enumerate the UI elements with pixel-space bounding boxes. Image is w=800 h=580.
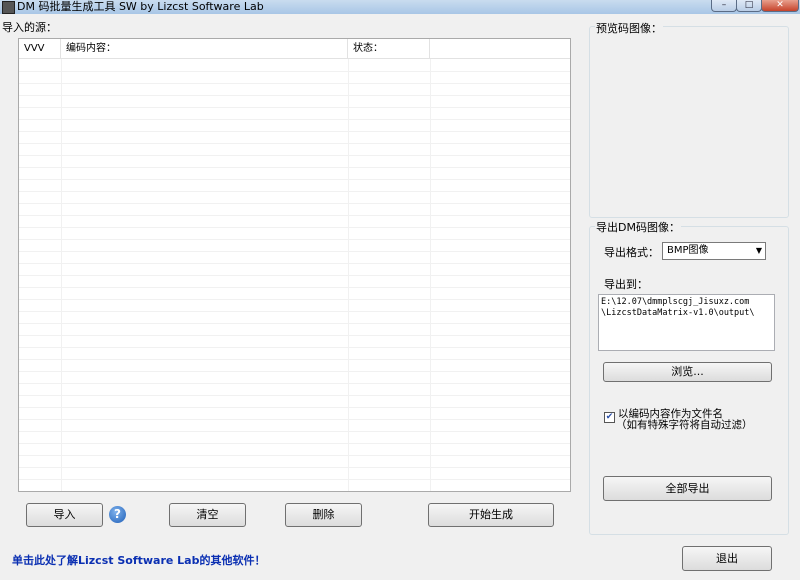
app-icon [2, 1, 15, 14]
maximize-button[interactable]: □ [736, 0, 762, 12]
minimize-button[interactable]: – [711, 0, 737, 12]
list-header: VVV 编码内容： 状态： [19, 39, 570, 59]
dropdown-arrow-icon: ▼ [755, 246, 762, 255]
export-all-button[interactable]: 全部导出 [603, 476, 772, 501]
import-button[interactable]: 导入 [26, 503, 103, 527]
list-row-empty [19, 479, 570, 491]
column-header-extra[interactable] [430, 39, 570, 58]
filename-checkbox[interactable]: ✔ [604, 412, 615, 423]
start-generate-button[interactable]: 开始生成 [428, 503, 554, 527]
export-format-value: BMP图像 [667, 245, 709, 256]
close-button[interactable]: ✕ [761, 0, 799, 12]
preview-image [595, 37, 785, 214]
window-title: DM 码批量生成工具 SW by Lizcst Software Lab [17, 0, 264, 13]
browse-button[interactable]: 浏览... [603, 362, 772, 382]
filename-checkbox-line2: （如有特殊字符将自动过滤） [616, 419, 753, 431]
source-list[interactable]: VVV 编码内容： 状态： [18, 38, 571, 492]
column-header-status[interactable]: 状态： [348, 39, 430, 58]
maximize-icon: □ [744, 0, 754, 10]
export-format-select[interactable]: BMP图像 ▼ [662, 242, 766, 260]
other-software-link[interactable]: 单击此处了解Lizcst Software Lab的其他软件！ [12, 552, 265, 568]
checkmark-icon: ✔ [605, 412, 614, 422]
clear-button[interactable]: 清空 [169, 503, 246, 527]
exit-button[interactable]: 退出 [682, 546, 772, 571]
delete-button[interactable]: 删除 [285, 503, 362, 527]
filename-checkbox-label[interactable]: 以编码内容作为文件名 （如有特殊字符将自动过滤） [616, 409, 753, 431]
export-destination-label: 导出到： [604, 278, 648, 291]
minimize-icon: – [721, 0, 727, 10]
column-header-content[interactable]: 编码内容： [61, 39, 348, 58]
export-format-label: 导出格式： [604, 246, 659, 259]
column-header-vvv[interactable]: VVV [19, 39, 61, 58]
export-group-label: 导出DM码图像： [595, 219, 681, 235]
export-path-field[interactable]: E:\12.07\dmmplscgj_Jisuxz.com \LizcstDat… [598, 294, 775, 351]
close-icon: ✕ [776, 0, 784, 10]
source-label: 导入的源： [2, 21, 57, 34]
title-bar: DM 码批量生成工具 SW by Lizcst Software Lab – □… [0, 0, 800, 14]
preview-label: 预览码图像： [595, 20, 663, 36]
help-icon[interactable]: ? [109, 506, 126, 523]
